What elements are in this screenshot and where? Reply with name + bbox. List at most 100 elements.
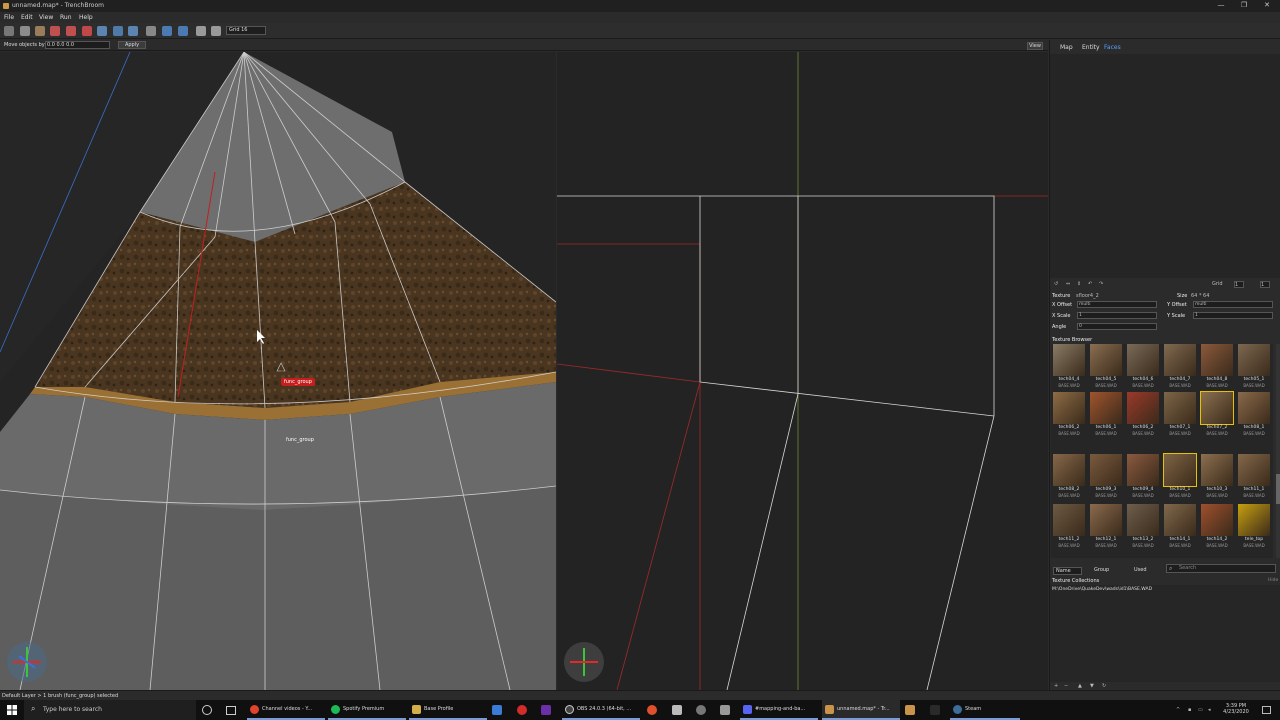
- texture-tile[interactable]: tech04_8 BASE.WAD: [1199, 344, 1235, 390]
- texture-tile[interactable]: tele_top BASE.WAD: [1236, 504, 1272, 550]
- reload-icon[interactable]: ↻: [1102, 683, 1106, 689]
- y-offset-field[interactable]: multi: [1193, 301, 1273, 308]
- vertex-tool-icon[interactable]: [66, 26, 76, 36]
- pinned-app-icon-3[interactable]: [647, 705, 657, 715]
- pinned-app-icon-6[interactable]: [720, 705, 730, 715]
- tray-app-icon[interactable]: ▪: [1188, 707, 1194, 713]
- group-toggle[interactable]: Group: [1094, 567, 1109, 573]
- taskbar-app-spotify[interactable]: Spotify Premium: [328, 700, 406, 720]
- texture-browser[interactable]: tech04_4 BASE.WAD tech04_5 BASE.WAD tech04_6…: [1051, 344, 1273, 558]
- texture-tile[interactable]: tech06_1 BASE.WAD: [1088, 392, 1124, 438]
- texture-tile[interactable]: tech07_2 BASE.WAD: [1199, 391, 1235, 438]
- taskbar-app-trenchbroom[interactable]: unnamed.map* - Tr...: [822, 700, 900, 720]
- brush-tool-icon[interactable]: [20, 26, 30, 36]
- texture-tool-icon[interactable]: [35, 26, 45, 36]
- maximize-button[interactable]: ❐: [1233, 1, 1255, 11]
- tab-entity[interactable]: Entity: [1082, 44, 1100, 51]
- texture-tile[interactable]: tech04_5 BASE.WAD: [1088, 344, 1124, 390]
- edge-tool-icon[interactable]: [82, 26, 92, 36]
- texture-tile[interactable]: tech14_1 BASE.WAD: [1162, 504, 1198, 550]
- close-button[interactable]: ✕: [1256, 1, 1278, 11]
- texture-tile[interactable]: tech09_4 BASE.WAD: [1125, 454, 1161, 500]
- flip-v-icon[interactable]: ⇕: [1077, 281, 1085, 288]
- viewport-3d[interactable]: func_group func_group: [0, 52, 556, 690]
- texture-tile[interactable]: tech07_1 BASE.WAD: [1162, 392, 1198, 438]
- taskbar-app-base-profile[interactable]: Base Profile: [409, 700, 487, 720]
- move-objects-input[interactable]: 0.0 0.0 0.0: [45, 41, 110, 49]
- pinned-app-icon-2[interactable]: [517, 705, 527, 715]
- taskbar-app-chrome[interactable]: Channel videos - Y...: [247, 700, 325, 720]
- taskbar-search[interactable]: ⌕ Type here to search: [24, 700, 196, 720]
- volume-icon[interactable]: ◂: [1208, 707, 1214, 713]
- uv-grid-x-field[interactable]: 1: [1234, 281, 1244, 288]
- duplicate-icon[interactable]: [146, 26, 156, 36]
- scale-tool-icon[interactable]: [128, 26, 138, 36]
- texture-tile[interactable]: tech12_1 BASE.WAD: [1088, 504, 1124, 550]
- texture-tile[interactable]: tech06_2 BASE.WAD: [1125, 392, 1161, 438]
- menu-view[interactable]: View: [39, 14, 53, 21]
- scrollbar-thumb[interactable]: [1276, 474, 1280, 504]
- uv-editor-area[interactable]: [1050, 54, 1280, 278]
- view-options-button[interactable]: View: [1027, 42, 1043, 50]
- texture-tile[interactable]: tech05_1 BASE.WAD: [1236, 344, 1272, 390]
- texture-tile[interactable]: tech10_1 BASE.WAD: [1162, 453, 1198, 500]
- grid-size-select[interactable]: Grid 16: [226, 26, 266, 35]
- move-up-icon[interactable]: ▲: [1078, 683, 1082, 689]
- texture-browser-scrollbar[interactable]: [1276, 344, 1280, 558]
- network-icon[interactable]: ▭: [1198, 707, 1204, 713]
- apply-button[interactable]: Apply: [118, 41, 146, 49]
- rotate-cw-icon[interactable]: ↷: [1099, 281, 1107, 288]
- cortana-icon[interactable]: [202, 705, 212, 715]
- premiere-icon[interactable]: [541, 705, 551, 715]
- rotate-tool-icon[interactable]: [113, 26, 123, 36]
- menu-help[interactable]: Help: [79, 14, 93, 21]
- taskbar-app-steam[interactable]: Steam: [950, 700, 1020, 720]
- x-offset-field[interactable]: multi: [1077, 301, 1157, 308]
- face-tool-icon[interactable]: [97, 26, 107, 36]
- menu-file[interactable]: File: [4, 14, 14, 21]
- texture-collections-list[interactable]: M:\OneDrive\QuakeDev\wads\id1\BASE.WAD: [1050, 585, 1280, 682]
- remove-collection-icon[interactable]: −: [1064, 683, 1068, 689]
- move-down-icon[interactable]: ▼: [1090, 683, 1094, 689]
- texture-tile[interactable]: tech14_2 BASE.WAD: [1199, 504, 1235, 550]
- texture-tile[interactable]: tech11_1 BASE.WAD: [1236, 454, 1272, 500]
- x-scale-field[interactable]: 1: [1077, 312, 1157, 319]
- flip-vertical-icon[interactable]: [178, 26, 188, 36]
- texture-tile[interactable]: tech08_2 BASE.WAD: [1051, 454, 1087, 500]
- taskbar-app-discord[interactable]: #mapping-and-ba...: [740, 700, 818, 720]
- uv-grid-y-field[interactable]: 1: [1260, 281, 1270, 288]
- start-button[interactable]: [0, 700, 24, 720]
- hide-collections-button[interactable]: Hide: [1268, 578, 1278, 583]
- texture-tile[interactable]: tech10_3 BASE.WAD: [1199, 454, 1235, 500]
- clock[interactable]: 3:39 PM 4/23/2020: [1221, 703, 1251, 715]
- texture-tile[interactable]: tech04_6 BASE.WAD: [1125, 344, 1161, 390]
- task-view-icon[interactable]: [226, 706, 236, 715]
- pinned-app-icon-4[interactable]: [672, 705, 682, 715]
- texture-tile[interactable]: tech08_1 BASE.WAD: [1236, 392, 1272, 438]
- flip-u-icon[interactable]: ⇔: [1066, 281, 1074, 288]
- rotate-ccw-icon[interactable]: ↶: [1088, 281, 1096, 288]
- pinned-app-icon-5[interactable]: [696, 705, 706, 715]
- menu-run[interactable]: Run: [60, 14, 72, 21]
- lock-icon[interactable]: [196, 26, 206, 36]
- y-scale-field[interactable]: 1: [1193, 312, 1273, 319]
- add-collection-icon[interactable]: +: [1054, 683, 1058, 689]
- tab-map[interactable]: Map: [1060, 44, 1073, 51]
- menu-edit[interactable]: Edit: [21, 14, 33, 21]
- clip-tool-icon[interactable]: [50, 26, 60, 36]
- notifications-icon[interactable]: [1262, 706, 1271, 714]
- texture-tile[interactable]: tech04_7 BASE.WAD: [1162, 344, 1198, 390]
- minimize-button[interactable]: —: [1210, 1, 1232, 11]
- texture-tile[interactable]: tech09_3 BASE.WAD: [1088, 454, 1124, 500]
- texture-tile[interactable]: tech06_2 BASE.WAD: [1051, 392, 1087, 438]
- texture-tile[interactable]: tech13_2 BASE.WAD: [1125, 504, 1161, 550]
- texture-search-input[interactable]: Search: [1166, 564, 1276, 573]
- taskbar-app-obs[interactable]: OBS 24.0.3 (64-bit, ...: [562, 700, 640, 720]
- collection-path-item[interactable]: M:\OneDrive\QuakeDev\wads\id1\BASE.WAD: [1052, 587, 1152, 592]
- select-tool-icon[interactable]: [4, 26, 14, 36]
- uv-lock-icon[interactable]: [211, 26, 221, 36]
- flip-horizontal-icon[interactable]: [162, 26, 172, 36]
- pinned-app-icon[interactable]: [492, 705, 502, 715]
- reset-uv-icon[interactable]: ↺: [1054, 281, 1062, 288]
- texture-tile[interactable]: tech11_2 BASE.WAD: [1051, 504, 1087, 550]
